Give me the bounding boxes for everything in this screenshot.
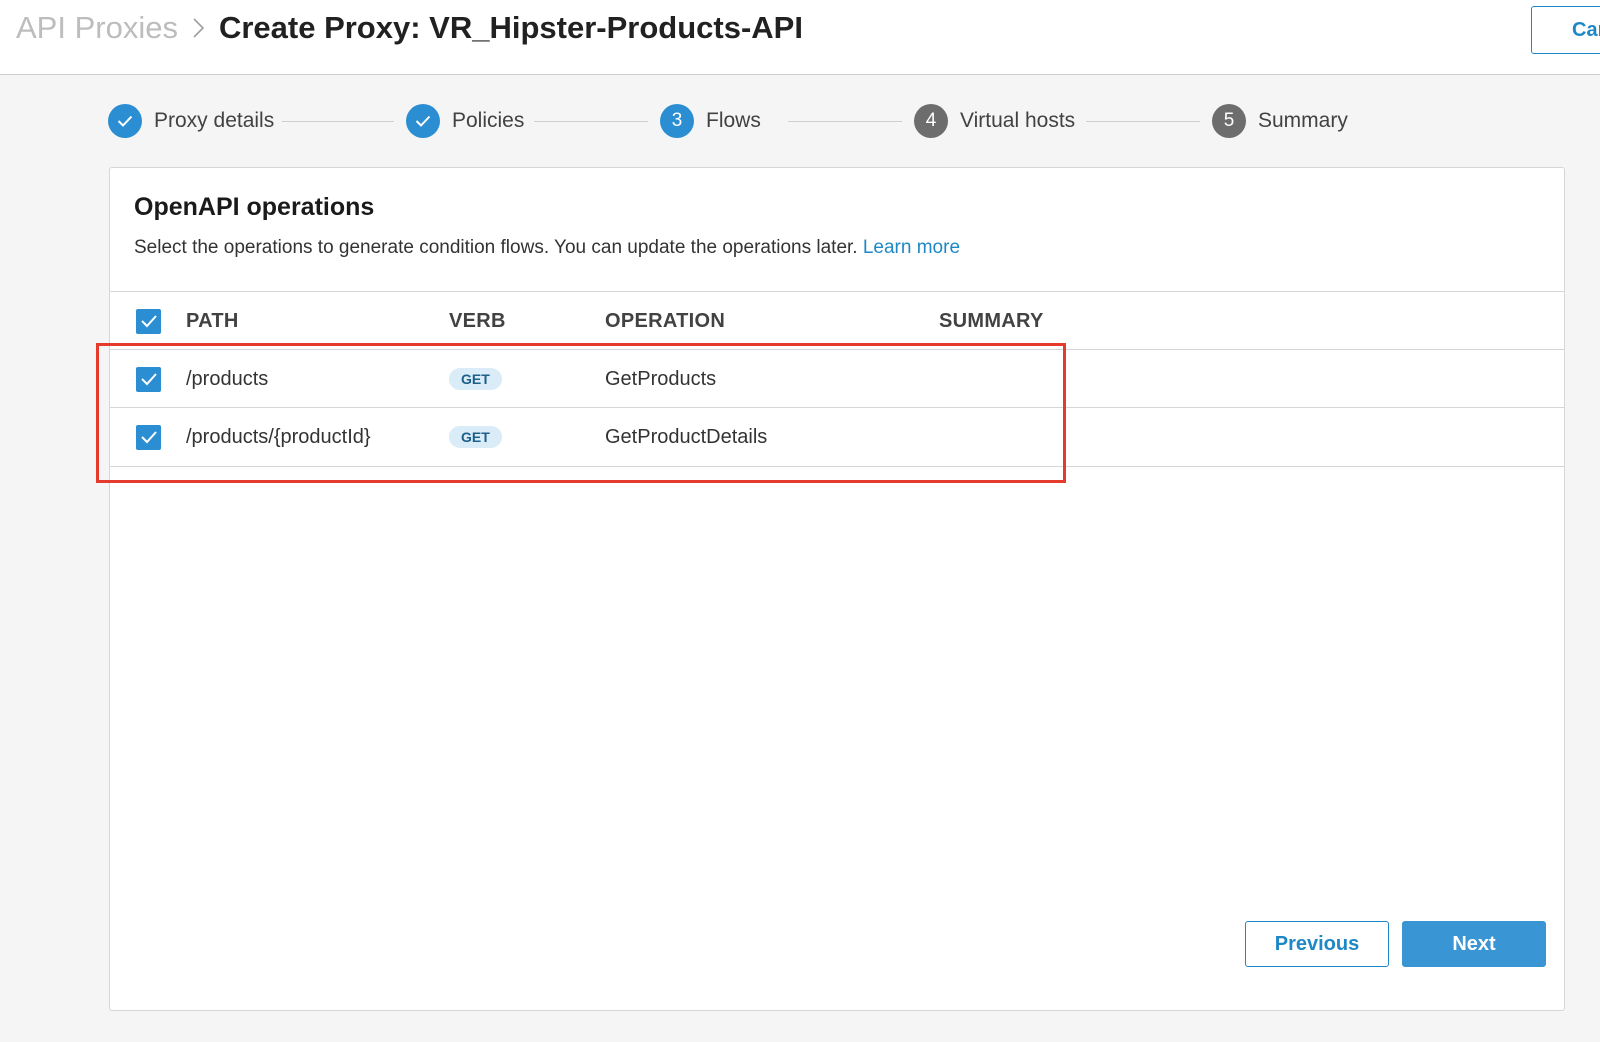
checkmark-icon [140, 431, 157, 444]
step-connector [534, 121, 648, 122]
chevron-right-icon [193, 18, 205, 38]
row-path: /products [186, 367, 269, 390]
step-virtual-hosts[interactable]: 4 Virtual hosts [914, 104, 1075, 138]
column-header-verb[interactable]: VERB [449, 292, 506, 350]
row-checkbox[interactable] [136, 366, 161, 392]
page-title: Create Proxy: VR_Hipster-Products-API [218, 10, 803, 45]
row-operation: GetProductDetails [605, 425, 768, 448]
cancel-button[interactable]: Cancel [1531, 6, 1600, 54]
learn-more-link[interactable]: Learn more [863, 237, 960, 258]
checkmark-icon [140, 373, 157, 386]
row-operation: GetProducts [605, 367, 717, 390]
step-proxy-details[interactable]: Proxy details [108, 104, 274, 138]
step-summary[interactable]: 5 Summary [1212, 104, 1348, 138]
openapi-operations-card: OpenAPI operations Select the operations… [109, 167, 1565, 1011]
breadcrumb-api-proxies-link[interactable]: API Proxies [16, 10, 178, 46]
step-connector [282, 121, 394, 122]
table-row[interactable]: /products/{productId} GET GetProductDeta… [110, 407, 1564, 467]
step-label: Summary [1258, 109, 1348, 132]
step-number-badge: 4 [914, 104, 948, 138]
step-label: Proxy details [154, 109, 275, 132]
verb-badge: GET [449, 368, 502, 390]
select-all-checkbox[interactable] [136, 308, 161, 334]
previous-button[interactable]: Previous [1245, 921, 1389, 967]
description-text: Select the operations to generate condit… [134, 237, 858, 258]
card-title: OpenAPI operations [134, 193, 375, 221]
checkmark-icon [140, 315, 157, 328]
step-label: Flows [706, 109, 761, 132]
column-header-path[interactable]: PATH [186, 292, 239, 350]
step-label: Virtual hosts [960, 109, 1076, 132]
step-connector [1086, 121, 1200, 122]
card-description: Select the operations to generate condit… [134, 237, 960, 259]
step-complete-check-icon [108, 104, 142, 138]
step-policies[interactable]: Policies [406, 104, 524, 138]
wizard-stepper: Proxy details Policies 3 Flows 4 Virtual… [108, 104, 1408, 138]
step-label: Policies [452, 109, 525, 132]
row-path: /products/{productId} [186, 425, 371, 448]
column-header-summary[interactable]: SUMMARY [939, 292, 1044, 350]
step-number-badge: 3 [660, 104, 694, 138]
step-complete-check-icon [406, 104, 440, 138]
step-flows[interactable]: 3 Flows [660, 104, 761, 138]
verb-badge: GET [449, 426, 502, 448]
next-button[interactable]: Next [1402, 921, 1546, 967]
row-checkbox[interactable] [136, 424, 161, 450]
step-number-badge: 5 [1212, 104, 1246, 138]
step-connector [788, 121, 902, 122]
table-header-row: PATH VERB OPERATION SUMMARY [110, 291, 1564, 349]
table-row[interactable]: /products GET GetProducts [110, 349, 1564, 407]
page-header: API Proxies Create Proxy: VR_Hipster-Pro… [0, 0, 1600, 75]
column-header-operation[interactable]: OPERATION [605, 292, 725, 350]
breadcrumb: API Proxies Create Proxy: VR_Hipster-Pro… [16, 10, 803, 46]
operations-table: PATH VERB OPERATION SUMMARY /products GE… [110, 291, 1564, 467]
